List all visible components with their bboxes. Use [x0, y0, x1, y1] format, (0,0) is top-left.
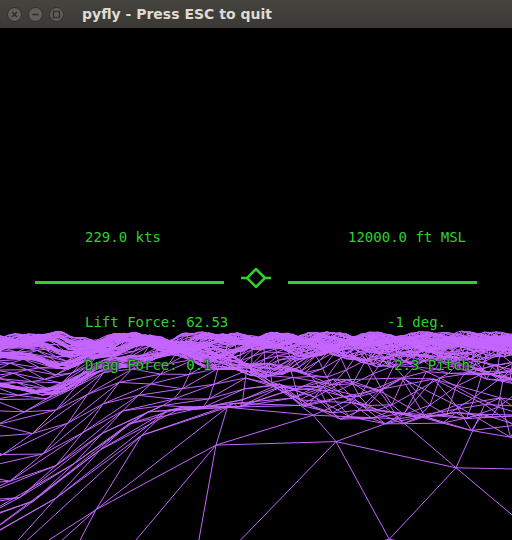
min-window-icon[interactable] [28, 7, 43, 22]
lift-readout: Lift Force: 62.53 [85, 313, 228, 331]
horizon-line [35, 281, 224, 284]
title-bar: pyfly - Press ESC to quit [0, 0, 512, 28]
horizon-indicator [0, 268, 512, 288]
altitude-readout: 12000.0 ft MSL [348, 228, 466, 246]
pitch-readout: -1 deg. [387, 313, 446, 331]
max-window-icon[interactable] [49, 7, 64, 22]
drag-readout: Drag Force: 0.1 [85, 356, 211, 374]
terrain-mesh [0, 28, 512, 540]
airspeed-readout: 229.0 kts [85, 228, 161, 246]
close-window-icon[interactable] [7, 7, 22, 22]
hud-row: 229.0 kts 12000.0 ft MSL [0, 228, 512, 246]
window-title: pyfly - Press ESC to quit [82, 6, 272, 22]
hud: 229.0 kts 12000.0 ft MSL Lift Force: 62.53… [0, 28, 512, 374]
game-view: 229.0 kts 12000.0 ft MSL Lift Force: 62.53… [0, 28, 512, 540]
hud-row: Drag Force: 0.1 2.3 Pitch [0, 356, 512, 374]
extra-readout: 2.3 Pitch [394, 356, 470, 374]
horizon-line [288, 281, 477, 284]
app-window: pyfly - Press ESC to quit 229.0 kts 12000.… [0, 0, 512, 540]
hud-row: Lift Force: 62.53 -1 deg. [0, 313, 512, 331]
aircraft-reticle-icon [224, 268, 288, 288]
